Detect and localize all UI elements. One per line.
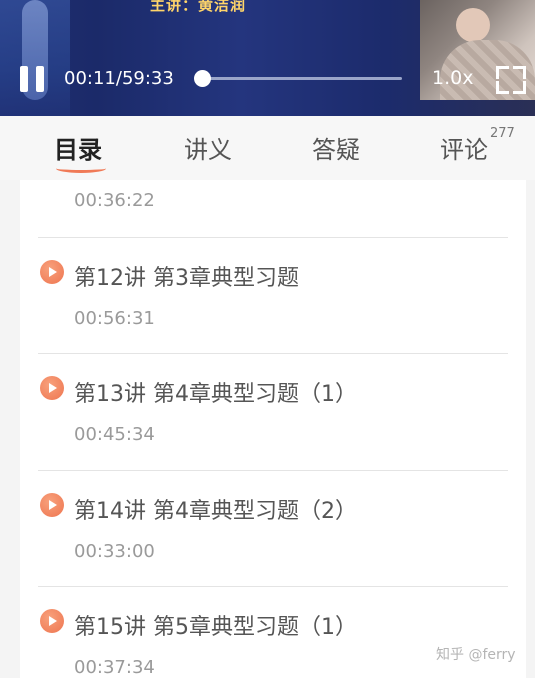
- tab-qa-label: 答疑: [312, 136, 360, 164]
- lesson-duration: 00:36:22: [74, 190, 155, 211]
- tab-comments[interactable]: 评论277: [440, 126, 515, 165]
- tab-bar: 目录 讲义 答疑 评论277: [0, 116, 535, 180]
- progress-knob[interactable]: [194, 70, 211, 87]
- tab-catalog-label: 目录: [54, 136, 102, 164]
- playback-speed-button[interactable]: 1.0x: [432, 67, 473, 89]
- progress-slider[interactable]: [194, 70, 402, 87]
- divider: [38, 353, 508, 354]
- divider: [38, 586, 508, 587]
- tab-catalog[interactable]: 目录: [54, 130, 102, 165]
- comment-count-badge: 277: [490, 126, 515, 141]
- video-player[interactable]: 主讲：黄洁润 00:11/59:33 1.0x: [0, 0, 535, 116]
- play-icon: [40, 609, 64, 633]
- tab-qa[interactable]: 答疑: [312, 130, 360, 165]
- fullscreen-icon[interactable]: [496, 66, 526, 94]
- lesson-title: 第15讲 第5章典型习题（1）: [74, 615, 357, 640]
- lesson-duration: 00:56:31: [74, 308, 155, 329]
- play-icon: [40, 376, 64, 400]
- divider: [38, 237, 508, 238]
- lesson-duration: 00:37:34: [74, 657, 155, 678]
- lesson-title: 第13讲 第4章典型习题（1）: [74, 382, 357, 407]
- playback-time: 00:11/59:33: [64, 68, 174, 89]
- lesson-duration: 00:45:34: [74, 424, 155, 445]
- lesson-title: 第14讲 第4章典型习题（2）: [74, 499, 357, 524]
- play-icon: [40, 260, 64, 284]
- pause-button[interactable]: [20, 66, 46, 92]
- lecturer-caption: 主讲：黄洁润: [150, 0, 247, 14]
- tab-comments-label: 评论: [440, 136, 488, 164]
- lesson-title: 第12讲 第3章典型习题: [74, 266, 299, 291]
- watermark: 知乎 @ferry: [436, 647, 516, 663]
- tab-handouts[interactable]: 讲义: [184, 130, 232, 165]
- play-icon: [40, 493, 64, 517]
- divider: [38, 470, 508, 471]
- lesson-duration: 00:33:00: [74, 541, 155, 562]
- tab-handouts-label: 讲义: [184, 136, 232, 164]
- lesson-list: 00:36:22 第12讲 第3章典型习题 00:56:31 第13讲 第4章典…: [20, 180, 526, 678]
- active-tab-indicator: [56, 164, 106, 173]
